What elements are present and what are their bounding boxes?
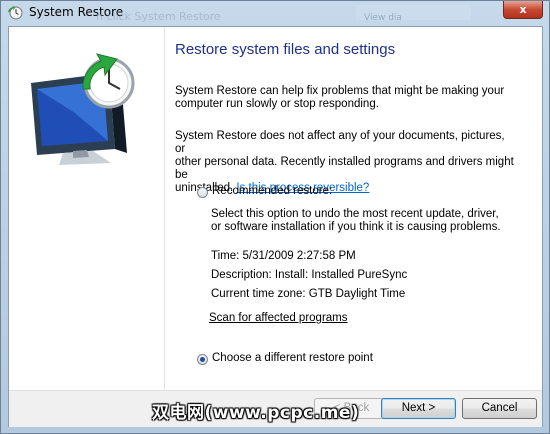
intro-text: System Restore can help fix problems tha… — [175, 85, 515, 111]
background-window-bar: View dia — [356, 5, 471, 23]
cancel-button[interactable]: Cancel — [462, 398, 537, 419]
intro-line-2: computer run slowly or stop responding. — [175, 98, 379, 110]
recommended-desc-line-1: Select this option to undo the most rece… — [211, 208, 499, 220]
info-line-2: other personal data. Recently installed … — [175, 156, 514, 181]
different-restore-point-radio[interactable] — [197, 354, 208, 365]
different-restore-point-label[interactable]: Choose a different restore point — [212, 352, 373, 364]
recommended-restore-label[interactable]: Recommended restore: — [212, 185, 332, 197]
monitor-clock-restore-icon — [31, 53, 135, 165]
restore-timezone: Current time zone: GTB Daylight Time — [211, 288, 406, 300]
dialog-client-area: Restore system files and settings System… — [8, 26, 543, 427]
left-pane — [9, 27, 165, 390]
restore-time: Time: 5/31/2009 2:27:58 PM — [211, 250, 356, 262]
system-restore-icon — [8, 5, 23, 20]
title-bar[interactable]: System Restore n click System Restore Vi… — [1, 1, 549, 25]
button-footer: < Back Next > Cancel — [9, 390, 542, 427]
close-button[interactable]: x — [503, 1, 543, 19]
back-button[interactable]: < Back — [314, 398, 389, 419]
scan-affected-programs-link[interactable]: Scan for affected programs — [209, 312, 348, 324]
page-heading: Restore system files and settings — [175, 41, 396, 58]
recommended-restore-radio[interactable] — [197, 187, 208, 198]
system-restore-window: System Restore n click System Restore Vi… — [0, 0, 550, 434]
recommended-description: Select this option to undo the most rece… — [211, 208, 550, 234]
restore-description: Description: Install: Installed PureSync — [211, 269, 408, 281]
content-pane: Restore system files and settings System… — [167, 27, 542, 390]
next-button[interactable]: Next > — [381, 398, 456, 419]
recommended-desc-line-2: or software installation if you think it… — [211, 221, 501, 233]
background-window-text: n click System Restore — [96, 10, 221, 23]
info-line-1: System Restore does not affect any of yo… — [175, 130, 505, 155]
background-window-bar-text: View dia — [364, 13, 402, 23]
intro-line-1: System Restore can help fix problems tha… — [175, 85, 505, 97]
